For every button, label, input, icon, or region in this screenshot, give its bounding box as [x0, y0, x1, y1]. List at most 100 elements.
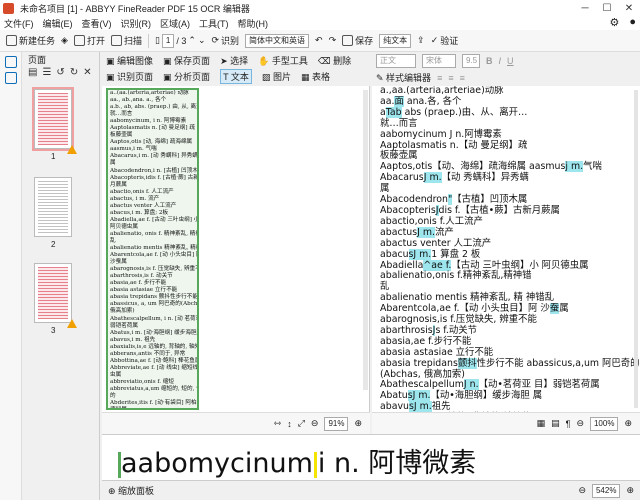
- edit-image-button[interactable]: ▣ 编辑图像: [106, 54, 153, 67]
- menu-help[interactable]: 帮助(H): [238, 17, 269, 30]
- language-select[interactable]: 简体中文和英语: [245, 33, 310, 48]
- text-scrollbar[interactable]: [634, 90, 638, 408]
- menu-view[interactable]: 查看(V): [82, 17, 112, 30]
- text-line[interactable]: abactus venter 人工流产: [372, 238, 640, 250]
- page-thumbnail-2[interactable]: 2: [34, 177, 72, 249]
- open-button[interactable]: 打开: [73, 34, 105, 47]
- image-footer: ⇿ ↕ ⤢ ⊖ 91% ⊕: [102, 412, 370, 434]
- new-task-button[interactable]: 新建任务: [6, 34, 55, 47]
- text-span: 【动 秀螨科】异秀螨: [441, 172, 529, 184]
- fit-height-icon[interactable]: ↕: [287, 419, 292, 429]
- list-view-icon[interactable]: ☰: [42, 67, 51, 81]
- gear-icon[interactable]: ⚙: [609, 16, 619, 29]
- text-zoom-select[interactable]: 100%: [589, 416, 619, 431]
- text-line[interactable]: abavusJ m.祖先: [372, 401, 640, 412]
- zoom-pane[interactable]: aabomycinum i n. 阿博微素: [102, 434, 640, 480]
- save-button[interactable]: 保存: [342, 34, 373, 47]
- scan-button[interactable]: 扫描: [110, 34, 142, 47]
- rotate-right-icon[interactable]: ↻: [70, 67, 78, 81]
- delete-page-icon[interactable]: ✕: [83, 67, 91, 81]
- pages-panel-icon[interactable]: [5, 56, 17, 68]
- view-mode-icon-2[interactable]: ▤: [551, 418, 560, 429]
- scan-label: 扫描: [123, 36, 142, 46]
- zoom-level-select[interactable]: 542%: [591, 483, 621, 498]
- page-number-input[interactable]: 1: [161, 33, 175, 48]
- zoom-pane-toggle[interactable]: ⊕ 缩放面板: [108, 484, 154, 497]
- text-span: abasia,ae f.步行不能: [380, 335, 472, 347]
- rotate-left-icon[interactable]: ↺: [56, 67, 64, 81]
- style-selector[interactable]: 正文: [376, 53, 416, 68]
- status-bar: ⊕ 缩放面板 ⊖ 542% ⊕: [102, 480, 640, 500]
- image-zoom-select[interactable]: 91%: [324, 416, 349, 431]
- zoom-out-icon[interactable]: ⊖: [576, 418, 584, 429]
- menu-tools[interactable]: 工具(T): [199, 17, 229, 30]
- table-area-button[interactable]: ▦ 表格: [301, 70, 330, 83]
- image-text-line: 月蕨属: [110, 181, 127, 188]
- zoom-in-icon[interactable]: ⊕: [626, 485, 634, 496]
- text-span: 【动•海胆纲】缓步海胆 属: [430, 390, 543, 402]
- uncertain-char-highlight: sJ m.: [408, 401, 432, 412]
- undo-button[interactable]: ↶: [315, 35, 323, 46]
- zoom-cursor: [313, 451, 317, 478]
- minimize-icon[interactable]: ─: [574, 0, 596, 16]
- send-button[interactable]: ⇪: [417, 35, 425, 46]
- align-left-icon[interactable]: ≡: [437, 73, 442, 83]
- text-line[interactable]: AbacarusJ m.【动 秀螨科】异秀螨: [372, 172, 640, 184]
- menu-file[interactable]: 文件(F): [4, 17, 34, 30]
- style-editor-button[interactable]: ✎ 样式编辑器: [376, 71, 431, 84]
- image-pane[interactable]: a..(aa.(arteria,arteriae) 动脉 aa., ab.,ana…: [102, 86, 370, 412]
- page-thumbnail-3[interactable]: 3: [34, 263, 77, 335]
- menu-recognize[interactable]: 识别(R): [121, 17, 152, 30]
- format-select[interactable]: 纯文本: [379, 33, 412, 48]
- verify-label: 验证: [440, 36, 459, 46]
- zoom-out-icon[interactable]: ⊖: [311, 418, 319, 429]
- view-mode-icon[interactable]: ▦: [537, 418, 546, 429]
- page-image[interactable]: a..(aa.(arteria,arteriae) 动脉 aa., ab.,ana…: [106, 88, 199, 410]
- text-span: abactio,onis f.人工流产: [380, 215, 483, 227]
- text-area-button[interactable]: T 文本: [220, 68, 252, 84]
- image-text-line: abbreviatus,a,um 缩短的, 短的, 省略: [110, 385, 199, 392]
- text-span: abasia astasiae 立行不能: [380, 346, 494, 358]
- bold-icon[interactable]: B: [486, 56, 493, 66]
- analyze-page-button[interactable]: ▣ 分析页面: [163, 70, 210, 83]
- select-button[interactable]: ➤ 选择: [220, 54, 248, 67]
- user-icon[interactable]: ●: [629, 16, 636, 29]
- undo-icon: ↶: [315, 35, 323, 45]
- redo-button[interactable]: ↷: [329, 35, 337, 46]
- font-selector[interactable]: 宋体: [422, 53, 456, 68]
- zoom-in-icon[interactable]: ⊕: [624, 418, 632, 429]
- picture-area-button[interactable]: ▨ 图片: [262, 70, 291, 83]
- hand-tool-button[interactable]: ✋ 手型工具: [258, 54, 308, 67]
- save-page-button[interactable]: ▣ 保存页面: [163, 54, 210, 67]
- image-scrollbar[interactable]: [363, 90, 368, 390]
- layers-button[interactable]: ◈: [61, 35, 68, 46]
- text-label: 文本: [230, 71, 249, 82]
- align-center-icon[interactable]: ≡: [448, 73, 453, 83]
- close-icon[interactable]: ✕: [618, 0, 640, 16]
- delete-button[interactable]: ⌫ 删除: [318, 54, 351, 67]
- text-line[interactable]: abalienatio,onis f.精神紊乱,精神错: [372, 270, 640, 282]
- recognize-page-button[interactable]: ▣ 识别页面: [106, 70, 153, 83]
- fit-width-icon[interactable]: ⇿: [274, 418, 282, 429]
- image-text-line: 的: [110, 393, 116, 400]
- zoom-out-icon[interactable]: ⊖: [578, 485, 586, 496]
- fit-page-icon[interactable]: ⤢: [298, 418, 305, 429]
- page-thumbnail-1[interactable]: 1: [32, 87, 77, 161]
- font-size-selector[interactable]: 9.5: [462, 53, 480, 68]
- menu-edit[interactable]: 编辑(E): [43, 17, 73, 30]
- align-right-icon[interactable]: ≡: [460, 73, 465, 83]
- recognize-button[interactable]: ⟳ 识别: [211, 34, 239, 47]
- text-editor-pane[interactable]: a.,aa.(arteria,arteriae)动脉 aa.面 ana.各, 各个…: [372, 86, 640, 412]
- maximize-icon[interactable]: ☐: [596, 0, 618, 16]
- underline-icon[interactable]: U: [507, 56, 514, 66]
- zoom-in-icon[interactable]: ⊕: [354, 418, 362, 429]
- menu-area[interactable]: 区域(A): [160, 17, 190, 30]
- blocks-panel-icon[interactable]: [5, 72, 17, 84]
- chevron-down-icon[interactable]: ⌄: [198, 35, 206, 46]
- chevron-up-icon[interactable]: ⌃: [188, 35, 196, 46]
- grid-view-icon[interactable]: ▤: [28, 67, 37, 81]
- italic-icon[interactable]: I: [499, 56, 502, 66]
- verify-button[interactable]: ✓ 验证: [431, 34, 459, 47]
- pilcrow-icon[interactable]: ¶: [566, 419, 571, 429]
- open-label: 打开: [86, 36, 105, 46]
